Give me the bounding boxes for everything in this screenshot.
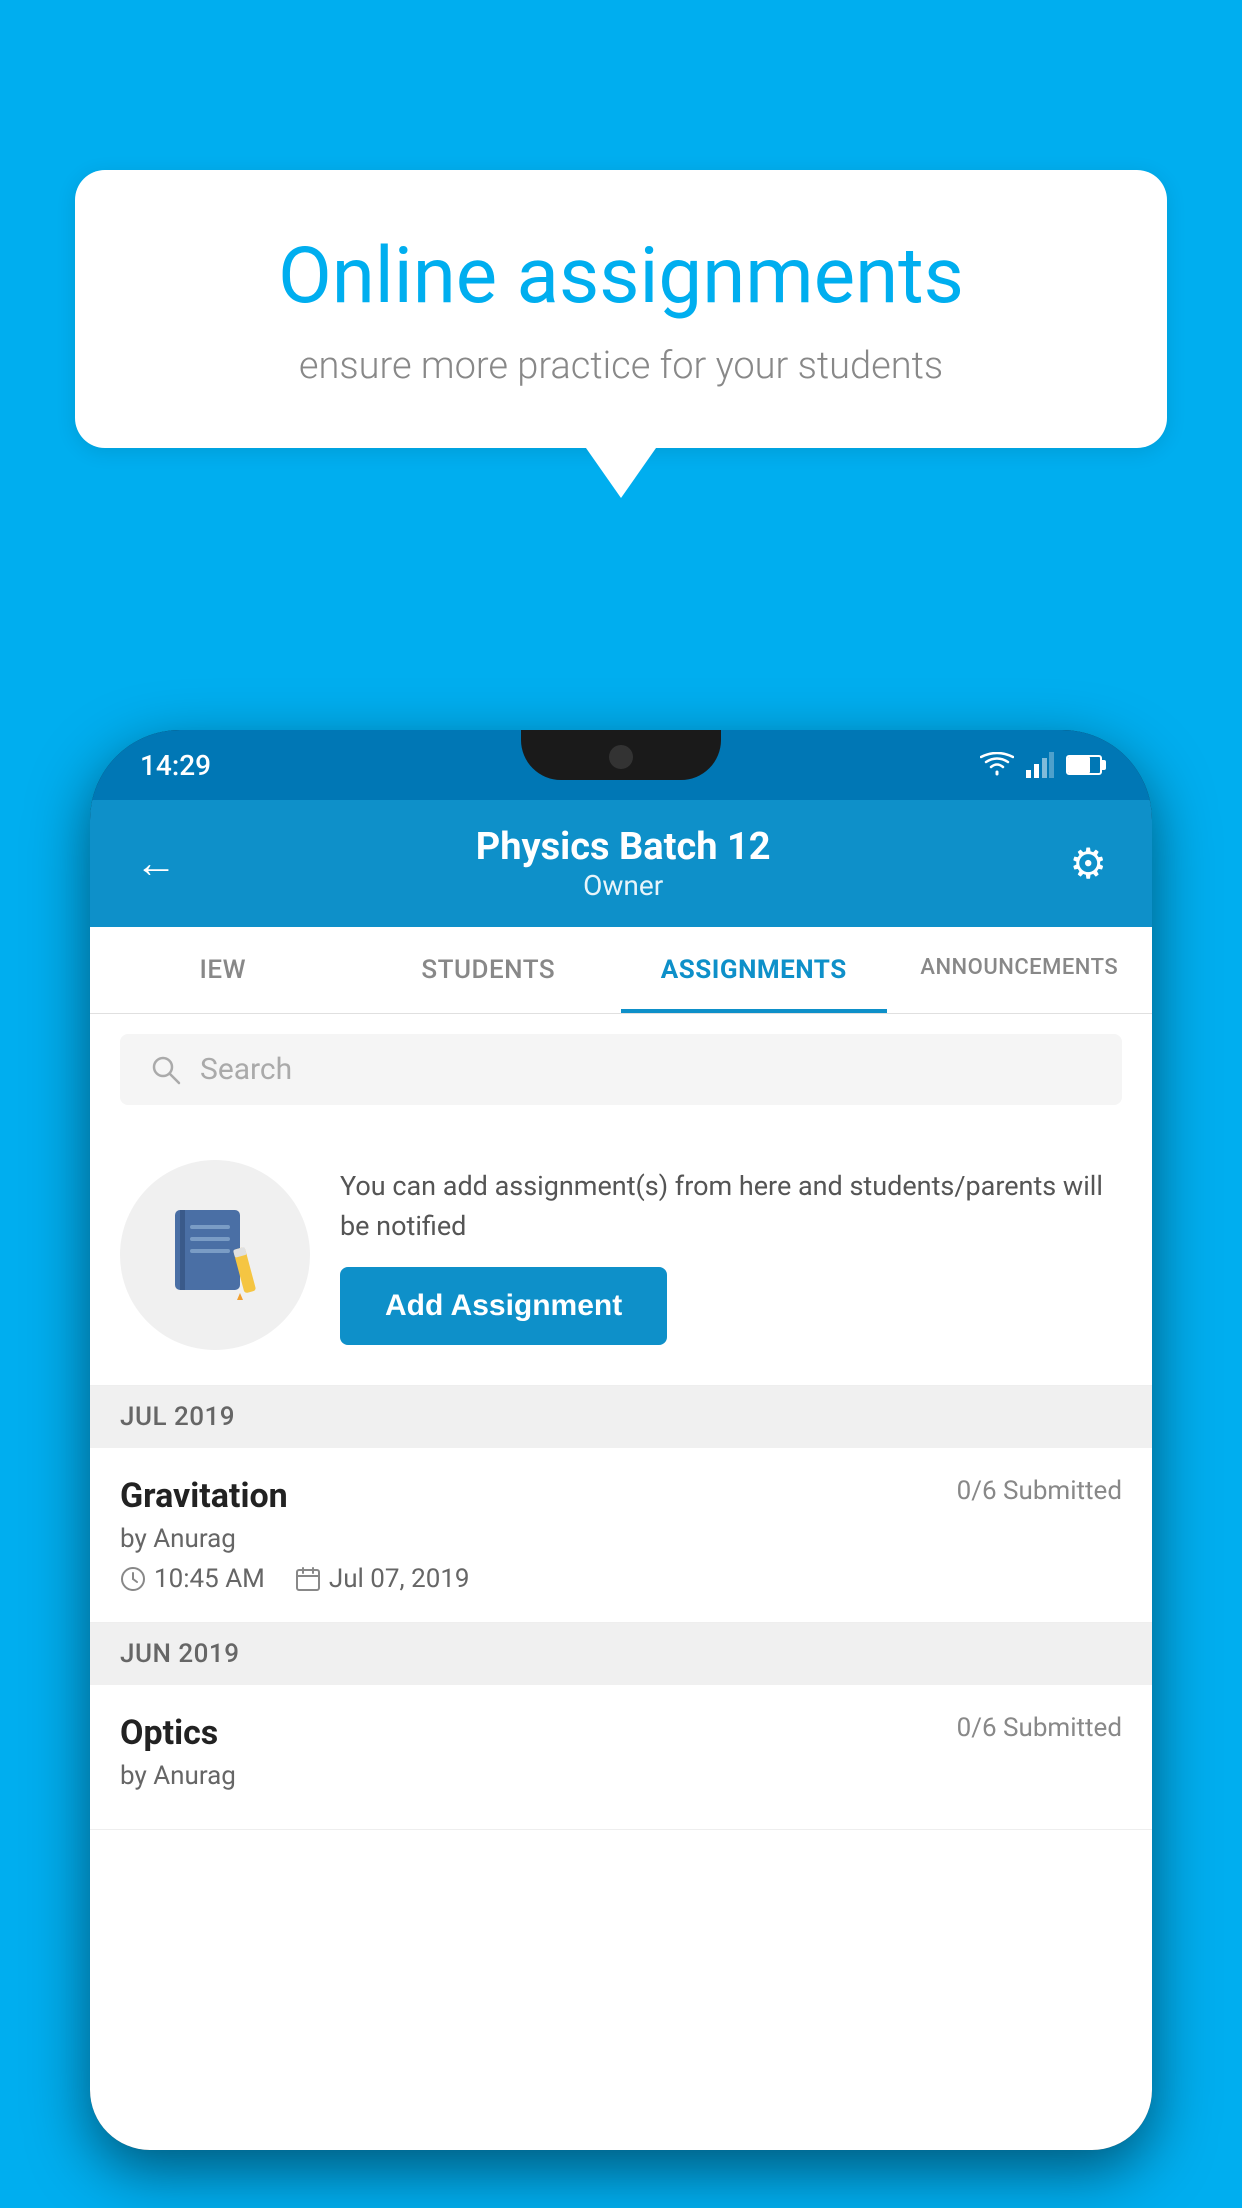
assignment-by: by Anurag: [120, 1524, 1122, 1554]
app-header: ← Physics Batch 12 Owner ⚙: [90, 800, 1152, 927]
bubble-title: Online assignments: [145, 230, 1097, 324]
tab-overview[interactable]: IEW: [90, 927, 356, 1013]
front-camera: [609, 745, 633, 769]
assignment-icon-circle: [120, 1160, 310, 1350]
assignment-time-item: 10:45 AM: [120, 1564, 265, 1594]
header-title-block: Physics Batch 12 Owner: [476, 825, 771, 902]
assignment-name-optics: Optics: [120, 1713, 218, 1753]
phone-content: Search: [90, 1014, 1152, 2150]
assignment-submitted: 0/6 Submitted: [957, 1476, 1122, 1506]
assignment-meta: 10:45 AM Jul 07, 2019: [120, 1564, 1122, 1594]
speech-bubble-wrapper: Online assignments ensure more practice …: [75, 170, 1167, 498]
assignment-date-item: Jul 07, 2019: [295, 1564, 470, 1594]
batch-role: Owner: [476, 869, 771, 902]
wifi-icon: [980, 752, 1014, 778]
tab-announcements[interactable]: ANNOUNCEMENTS: [887, 927, 1153, 1013]
assignment-item-header-optics: Optics 0/6 Submitted: [120, 1713, 1122, 1753]
tabs-bar: IEW STUDENTS ASSIGNMENTS ANNOUNCEMENTS: [90, 927, 1152, 1014]
search-icon: [150, 1054, 182, 1086]
search-bar-container: Search: [90, 1014, 1152, 1125]
assignment-name: Gravitation: [120, 1476, 288, 1516]
status-bar: 14:29: [90, 730, 1152, 800]
month-separator-jul: JUL 2019: [90, 1386, 1152, 1448]
add-assignment-button[interactable]: Add Assignment: [340, 1267, 667, 1345]
search-placeholder: Search: [200, 1052, 292, 1087]
back-button[interactable]: ←: [135, 839, 177, 888]
notebook-icon: [165, 1205, 265, 1305]
status-icons: [980, 752, 1102, 778]
assignment-submitted-optics: 0/6 Submitted: [957, 1713, 1122, 1743]
bubble-subtitle: ensure more practice for your students: [145, 344, 1097, 388]
settings-button[interactable]: ⚙: [1069, 839, 1107, 889]
assignment-item-header: Gravitation 0/6 Submitted: [120, 1476, 1122, 1516]
search-bar[interactable]: Search: [120, 1034, 1122, 1105]
speech-bubble: Online assignments ensure more practice …: [75, 170, 1167, 448]
status-time: 14:29: [140, 749, 211, 782]
add-assignment-section: You can add assignment(s) from here and …: [90, 1125, 1152, 1386]
month-label-jun: JUN 2019: [120, 1639, 239, 1669]
tab-students[interactable]: STUDENTS: [356, 927, 622, 1013]
calendar-icon: [295, 1566, 321, 1592]
clock-icon: [120, 1566, 146, 1592]
batch-title: Physics Batch 12: [476, 825, 771, 869]
add-assignment-description: You can add assignment(s) from here and …: [340, 1166, 1122, 1247]
speech-bubble-tail: [586, 448, 656, 498]
phone-outer: 14:29: [90, 730, 1152, 2150]
assignment-date: Jul 07, 2019: [329, 1564, 470, 1594]
tab-assignments[interactable]: ASSIGNMENTS: [621, 927, 887, 1013]
add-assignment-right: You can add assignment(s) from here and …: [340, 1166, 1122, 1345]
month-separator-jun: JUN 2019: [90, 1623, 1152, 1685]
assignment-by-optics: by Anurag: [120, 1761, 1122, 1791]
phone-wrapper: 14:29: [90, 730, 1152, 2208]
assignment-item-gravitation[interactable]: Gravitation 0/6 Submitted by Anurag 10:4…: [90, 1448, 1152, 1623]
battery-icon: [1066, 755, 1102, 775]
signal-icon: [1026, 752, 1054, 778]
phone-notch: [521, 730, 721, 780]
assignment-item-optics[interactable]: Optics 0/6 Submitted by Anurag: [90, 1685, 1152, 1830]
assignment-time: 10:45 AM: [154, 1564, 265, 1594]
month-label-jul: JUL 2019: [120, 1402, 235, 1432]
